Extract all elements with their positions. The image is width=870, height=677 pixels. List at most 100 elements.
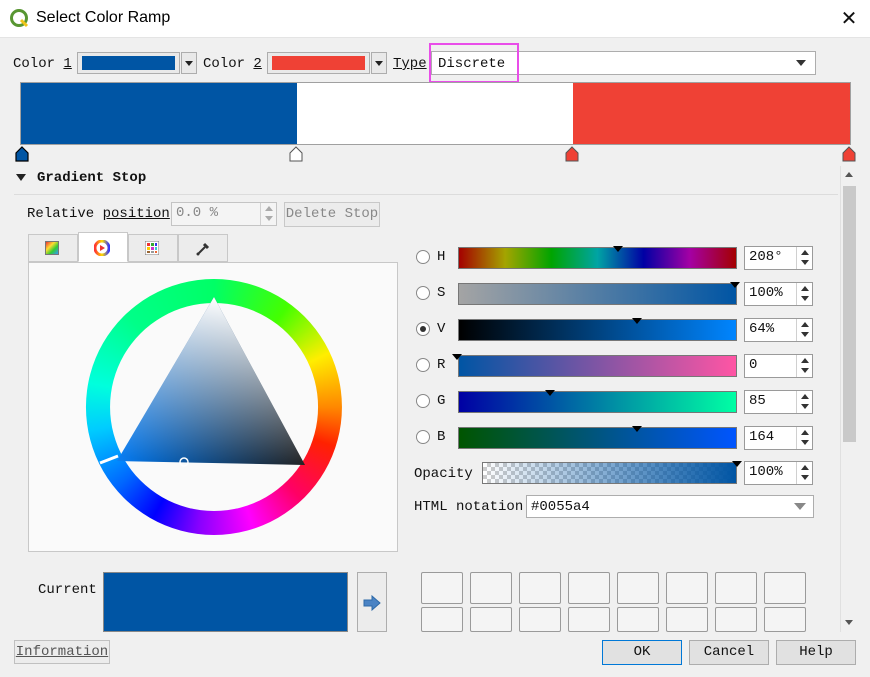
relative-position-spinbox[interactable]: 0.0 % [171, 202, 277, 226]
swatch-cell[interactable] [764, 572, 806, 604]
radio-r[interactable] [416, 358, 430, 372]
tab-palette[interactable] [128, 234, 178, 262]
spin-arrows[interactable] [796, 283, 812, 305]
spinbox-b[interactable]: 164 [744, 426, 813, 450]
slider-h[interactable] [458, 247, 737, 269]
html-notation-combobox[interactable]: #0055a4 [526, 495, 814, 518]
radio-h[interactable] [416, 250, 430, 264]
window-title: Select Color Ramp [36, 9, 171, 26]
spinbox-h[interactable]: 208° [744, 246, 813, 270]
scroll-down-icon[interactable] [845, 620, 853, 625]
swatch-cell[interactable] [715, 572, 757, 604]
spin-down-icon [801, 404, 809, 409]
swatch-cell[interactable] [421, 572, 463, 604]
cancel-button[interactable]: Cancel [689, 640, 769, 665]
swatch-cell[interactable] [666, 572, 708, 604]
spin-up-icon [265, 206, 273, 211]
spin-down-icon [265, 216, 273, 221]
slider-handle-b[interactable] [632, 426, 642, 432]
gradient-stop-header[interactable]: Gradient Stop [37, 169, 146, 187]
color2-dropdown[interactable] [371, 52, 387, 74]
type-label: Type [393, 56, 427, 72]
opacity-spinbox[interactable]: 100% [744, 461, 813, 485]
opacity-label: Opacity [414, 466, 473, 482]
opacity-value: 100% [749, 464, 783, 480]
slider-handle-r[interactable] [452, 354, 462, 360]
color1-button[interactable] [77, 52, 180, 74]
slider-handle-v[interactable] [632, 318, 642, 324]
channel-label-g: G [437, 393, 446, 409]
swatch-cell[interactable] [421, 607, 463, 632]
ramp-preview[interactable] [20, 82, 851, 145]
spinbox-g[interactable]: 85 [744, 390, 813, 414]
spin-down-icon [801, 260, 809, 265]
scrollbar-thumb[interactable] [843, 186, 856, 442]
channel-label-h: H [437, 249, 446, 265]
spin-up-icon [801, 286, 809, 291]
radio-b[interactable] [416, 430, 430, 444]
opacity-slider-handle[interactable] [732, 461, 742, 467]
radio-v[interactable] [416, 322, 430, 336]
stop-marker-middle[interactable] [289, 146, 303, 162]
color1-dropdown[interactable] [181, 52, 197, 74]
spinbox-v[interactable]: 64% [744, 318, 813, 342]
spin-arrows[interactable] [796, 355, 812, 377]
swatch-cell[interactable] [568, 572, 610, 604]
current-color-swatch [103, 572, 348, 632]
spinbox-s[interactable]: 100% [744, 282, 813, 306]
slider-handle-h[interactable] [613, 246, 623, 252]
stop-marker-start[interactable] [15, 146, 29, 162]
tab-eyedropper[interactable] [178, 234, 228, 262]
stop-marker-end[interactable] [842, 146, 856, 162]
swatch-cell[interactable] [519, 607, 561, 632]
slider-handle-s[interactable] [730, 282, 740, 288]
spin-arrows[interactable] [796, 391, 812, 413]
swatch-cell[interactable] [470, 607, 512, 632]
collapse-triangle-icon[interactable] [16, 174, 26, 181]
color-wheel-panel [28, 262, 398, 552]
tab-color-wheel[interactable] [78, 232, 128, 262]
scrollbar[interactable] [840, 166, 857, 632]
information-button[interactable]: Information [14, 640, 110, 664]
radio-g[interactable] [416, 394, 430, 408]
swatch-cell[interactable] [617, 572, 659, 604]
swatch-cell[interactable] [666, 607, 708, 632]
help-button[interactable]: Help [776, 640, 856, 665]
spin-arrows[interactable] [796, 427, 812, 449]
slider-r[interactable] [458, 355, 737, 377]
ramp-segment-2 [297, 83, 573, 144]
swatch-cell[interactable] [617, 607, 659, 632]
slider-s[interactable] [458, 283, 737, 305]
spinbox-value: 100% [749, 285, 783, 301]
color2-button[interactable] [267, 52, 370, 74]
chevron-down-icon [794, 503, 806, 510]
apply-color-button[interactable] [357, 572, 387, 632]
radio-s[interactable] [416, 286, 430, 300]
slider-g[interactable] [458, 391, 737, 413]
tab-gradient[interactable] [28, 234, 78, 262]
swatch-cell[interactable] [715, 607, 757, 632]
swatch-cell[interactable] [568, 607, 610, 632]
close-button[interactable]: ✕ [838, 6, 860, 30]
ramp-segment-1 [21, 83, 297, 144]
spin-arrows[interactable] [796, 462, 812, 484]
stop-marker-right[interactable] [565, 146, 579, 162]
color-wheel[interactable] [84, 277, 344, 537]
spin-arrows[interactable] [260, 203, 276, 225]
color2-label: Color 2 [203, 56, 262, 72]
spin-arrows[interactable] [796, 319, 812, 341]
spin-arrows[interactable] [796, 247, 812, 269]
ok-button[interactable]: OK [602, 640, 682, 665]
slider-v[interactable] [458, 319, 737, 341]
slider-b[interactable] [458, 427, 737, 449]
swatch-cell[interactable] [470, 572, 512, 604]
opacity-slider[interactable] [482, 462, 737, 484]
spinbox-r[interactable]: 0 [744, 354, 813, 378]
swatch-cell[interactable] [519, 572, 561, 604]
chevron-down-icon [796, 60, 806, 66]
swatch-cell[interactable] [764, 607, 806, 632]
scroll-up-icon[interactable] [845, 172, 853, 177]
color2-swatch [272, 56, 365, 70]
slider-handle-g[interactable] [545, 390, 555, 396]
delete-stop-button[interactable]: Delete Stop [284, 202, 380, 227]
